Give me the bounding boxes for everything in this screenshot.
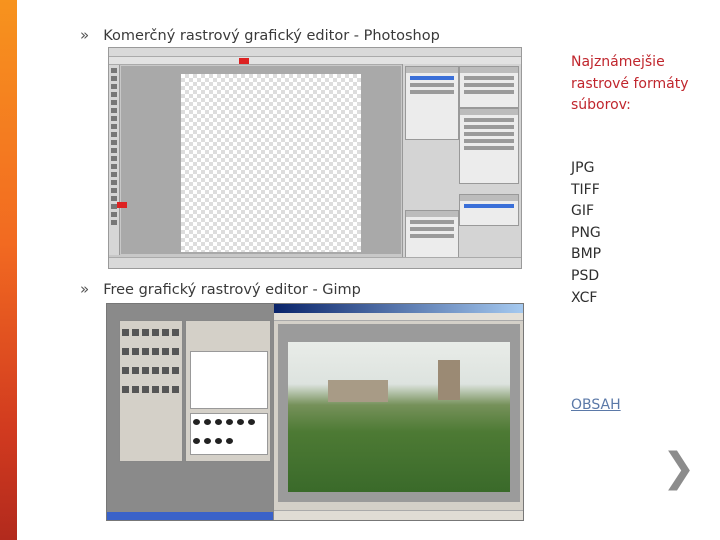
gimp-menubar <box>274 313 523 321</box>
red-arrow-icon <box>117 202 127 208</box>
accent-sidebar <box>0 0 17 540</box>
format-item: GIF <box>571 203 595 220</box>
gimp-status-bar <box>274 510 523 520</box>
landscape-photo <box>288 342 510 492</box>
gimp-layers-panel <box>190 351 268 409</box>
gimp-dock <box>185 320 271 462</box>
gimp-screenshot <box>106 303 524 521</box>
format-item: BMP <box>571 246 602 263</box>
bullet-marker: » <box>80 280 90 298</box>
format-item: XCF <box>571 289 598 306</box>
ps-transparent-canvas <box>181 74 361 252</box>
ps-toolbox <box>109 65 120 255</box>
gimp-image-window <box>273 304 523 520</box>
formats-heading: Najznámejšie rastrové formáty súborov: <box>571 54 689 114</box>
bullet-marker: » <box>80 26 90 44</box>
gimp-titlebar <box>274 304 523 313</box>
ps-status-bar <box>109 257 521 268</box>
ps-document-area <box>121 66 401 254</box>
format-item: JPG <box>571 160 595 176</box>
bullet-photoshop: » Komerčný rastrový grafický editor - Pho… <box>80 26 440 44</box>
castle-tower <box>438 360 460 400</box>
formats-list: JPG TIFF GIF PNG BMP PSD XCF <box>571 158 601 309</box>
format-item: PSD <box>571 267 600 284</box>
gimp-viewport <box>278 324 520 502</box>
bullet-text: Free grafický rastrový editor - Gimp <box>103 282 361 298</box>
bullet-text: Komerčný rastrový grafický editor - Phot… <box>103 28 440 44</box>
windows-taskbar <box>107 512 273 520</box>
photoshop-screenshot <box>108 47 522 269</box>
obsah-link[interactable]: OBSAH <box>571 397 621 413</box>
bullet-gimp: » Free grafický rastrový editor - Gimp <box>80 280 361 298</box>
gimp-brushes-panel <box>190 413 268 455</box>
format-item: PNG <box>571 224 601 241</box>
next-slide-icon[interactable]: ❯ <box>662 448 696 488</box>
format-item: TIFF <box>571 181 600 198</box>
ruin-wall <box>328 380 388 402</box>
gimp-toolbox <box>119 320 183 462</box>
red-arrow-icon <box>239 58 249 64</box>
ps-menubar <box>109 48 521 63</box>
ps-panels <box>402 64 521 268</box>
